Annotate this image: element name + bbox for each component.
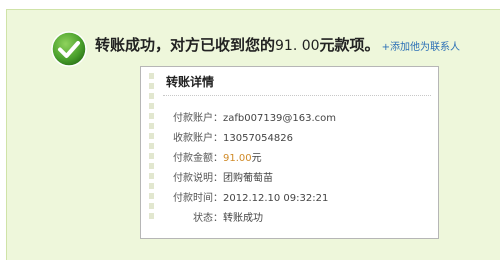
payee-label: 收款账户： [173,133,223,144]
result-headline: 转账成功，对方已收到您的91. 00元款项。 +添加他为联系人 [95,33,460,57]
detail-row-time: 付款时间：2012.12.10 09:32:21 [165,189,425,209]
details-divider [163,95,431,96]
status-value: 转账成功 [223,213,263,224]
headline-suffix: 元款项。 [319,36,380,54]
amount-unit: 元 [251,153,262,164]
detail-row-payee: 收款账户：13057054826 [165,129,425,149]
transfer-details-card: 转账详情 付款账户：zafb007139@163.com 收款账户：130570… [140,66,439,239]
note-label: 付款说明： [173,173,223,184]
detail-row-amount: 付款金额：91.00元 [165,149,425,169]
success-check-icon [51,31,87,67]
add-contact-link[interactable]: +添加他为联系人 [382,42,460,53]
details-list: 付款账户：zafb007139@163.com 收款账户：13057054826… [165,109,425,229]
amount-value: 91.00 [223,153,252,164]
success-panel: 转账成功，对方已收到您的91. 00元款项。 +添加他为联系人 转账详情 付款账户… [6,9,500,260]
payer-label: 付款账户： [173,113,223,124]
payer-value: zafb007139@163.com [223,113,337,124]
note-value: 团购葡萄苗 [223,173,273,184]
payee-value: 13057054826 [223,133,293,144]
time-value: 2012.12.10 09:32:21 [223,193,329,204]
headline-prefix: 转账成功，对方已收到您的 [95,36,276,54]
time-label: 付款时间： [173,193,223,204]
headline-amount: 91. 00 [275,38,320,54]
details-title: 转账详情 [166,75,215,89]
amount-label: 付款金额： [173,153,223,164]
card-decorative-stripe [149,73,154,221]
detail-row-payer: 付款账户：zafb007139@163.com [165,109,425,129]
detail-row-status: 状态：转账成功 [165,209,425,229]
detail-row-note: 付款说明：团购葡萄苗 [165,169,425,189]
status-label: 状态： [193,213,223,224]
